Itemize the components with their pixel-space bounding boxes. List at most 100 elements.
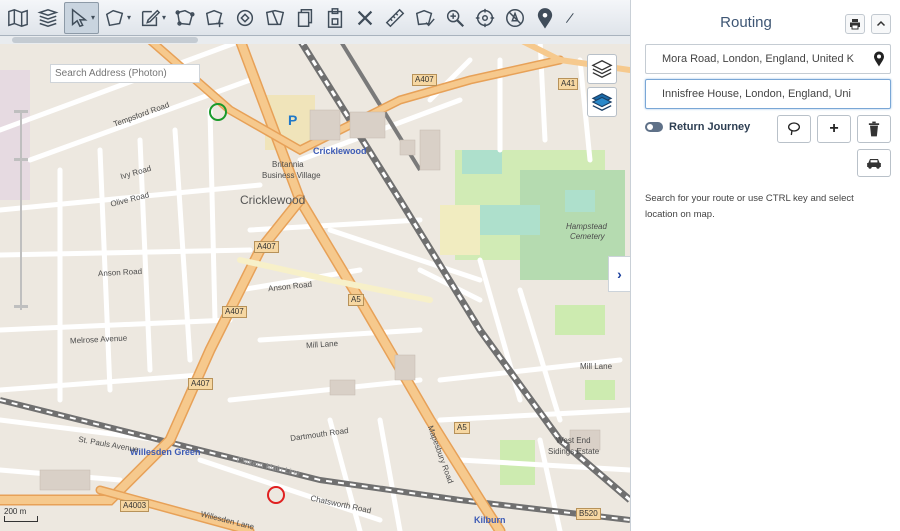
draw-line-button[interactable] bbox=[561, 2, 581, 34]
routing-help-text: Search for your route or use CTRL key an… bbox=[645, 193, 854, 220]
zoom-slider[interactable] bbox=[14, 110, 28, 310]
stacked-layers-icon bbox=[591, 93, 613, 111]
scale-bar-line bbox=[4, 516, 38, 522]
scale-label-metric: 200 m bbox=[4, 507, 27, 516]
ruler-icon bbox=[385, 8, 405, 27]
map-label-business-village: Business Village bbox=[262, 171, 321, 180]
map-label-cemetery: Cemetery bbox=[570, 232, 605, 241]
delete-feature-button[interactable] bbox=[351, 2, 379, 34]
map-label-mill-lane-east: Mill Lane bbox=[580, 362, 613, 371]
address-search-input[interactable] bbox=[50, 64, 200, 83]
zoom-to-feature-button[interactable] bbox=[441, 2, 469, 34]
copy-feature-button[interactable] bbox=[291, 2, 319, 34]
clipboard-icon bbox=[327, 7, 343, 28]
map-overview-button[interactable] bbox=[4, 2, 32, 34]
place-marker-button[interactable] bbox=[531, 2, 559, 34]
measure-button[interactable] bbox=[381, 2, 409, 34]
zoom-slider-track[interactable] bbox=[20, 110, 22, 310]
crosshair-icon bbox=[475, 8, 495, 27]
zoom-in-tick[interactable] bbox=[14, 110, 28, 113]
chevron-down-icon: ▾ bbox=[127, 13, 132, 22]
location-pin-icon[interactable] bbox=[873, 51, 885, 67]
zoom-level-tick bbox=[14, 158, 28, 161]
polygon-check-icon bbox=[415, 9, 435, 26]
map-toolbar: ▾ ▾ ▾ bbox=[0, 0, 630, 36]
no-edit-button[interactable] bbox=[501, 2, 529, 34]
toggle-panel-button[interactable]: › bbox=[608, 256, 630, 292]
check-geometry-button[interactable] bbox=[411, 2, 439, 34]
layers-button[interactable] bbox=[587, 54, 617, 84]
line-tool-icon bbox=[566, 12, 574, 23]
road-shield-a41: A41 bbox=[558, 78, 579, 90]
base-layers-button[interactable] bbox=[587, 87, 617, 117]
location-pin-icon bbox=[537, 7, 553, 28]
map-label-sidings-estate: Sidings Estate bbox=[548, 447, 600, 456]
zoom-magnifier-icon bbox=[446, 9, 465, 27]
travel-mode-car-button[interactable] bbox=[857, 149, 891, 177]
edit-pencil-icon bbox=[141, 9, 161, 26]
collapse-panel-button[interactable] bbox=[871, 14, 891, 34]
return-journey-toggle[interactable] bbox=[645, 122, 663, 132]
clear-route-button[interactable] bbox=[857, 115, 891, 143]
locate-button[interactable] bbox=[471, 2, 499, 34]
road-shield-a407-low: A407 bbox=[222, 306, 247, 318]
map-label-cricklewood-station: Cricklewood bbox=[313, 146, 367, 156]
map-canvas[interactable]: Cricklewood Cricklewood Britannia Busine… bbox=[0, 0, 630, 531]
layers-tool-button[interactable] bbox=[34, 2, 62, 34]
lasso-select-button[interactable] bbox=[777, 115, 811, 143]
vertex-polygon-icon bbox=[175, 9, 195, 26]
routing-panel: Routing Mora Road, London, England, Unit… bbox=[630, 0, 900, 531]
rotate-tool-button[interactable] bbox=[231, 2, 259, 34]
chevron-down-icon: ▾ bbox=[91, 13, 96, 22]
split-polygon-icon bbox=[265, 9, 285, 25]
add-waypoint-button[interactable]: + bbox=[817, 115, 851, 143]
route-start-marker[interactable] bbox=[209, 103, 227, 121]
road-shield-a407-top: A407 bbox=[412, 74, 437, 86]
prohibited-compass-icon bbox=[506, 8, 525, 27]
select-tool-button[interactable]: ▾ bbox=[64, 1, 100, 34]
split-tool-button[interactable] bbox=[261, 2, 289, 34]
road-shield-a5-mid: A5 bbox=[348, 294, 364, 306]
rotate-icon bbox=[236, 9, 254, 26]
map-label-britannia: Britannia bbox=[272, 160, 304, 169]
paste-feature-button[interactable] bbox=[321, 2, 349, 34]
map-label-cricklewood-area: Cricklewood bbox=[240, 193, 306, 207]
chevron-right-icon: › bbox=[617, 266, 622, 282]
scale-bar: 200 m bbox=[4, 507, 38, 522]
polygon-add-icon bbox=[205, 9, 224, 27]
copy-icon bbox=[297, 8, 313, 27]
layers-icon bbox=[591, 60, 613, 78]
map-label-west-end: West End bbox=[556, 436, 591, 445]
map-label-willesden-green: Willesden Green bbox=[130, 447, 201, 457]
stack-icon bbox=[37, 8, 59, 27]
route-to-value: Innisfree House, London, England, Uni bbox=[662, 88, 851, 100]
route-from-input[interactable]: Mora Road, London, England, United K bbox=[645, 44, 891, 74]
add-feature-button[interactable] bbox=[201, 2, 229, 34]
toolbar-scrollbar-thumb[interactable] bbox=[12, 37, 198, 43]
zoom-out-tick[interactable] bbox=[14, 305, 28, 308]
chevron-up-icon bbox=[876, 20, 886, 27]
map-label-hampstead: Hampstead bbox=[566, 222, 607, 231]
print-button[interactable] bbox=[845, 14, 865, 34]
panel-title: Routing bbox=[720, 14, 772, 31]
return-journey-row[interactable]: Return Journey bbox=[645, 121, 750, 133]
route-to-input[interactable]: Innisfree House, London, England, Uni bbox=[645, 79, 891, 109]
plus-icon: + bbox=[829, 120, 839, 137]
route-end-marker[interactable] bbox=[267, 486, 285, 504]
road-shield-a407-lower: A407 bbox=[188, 378, 213, 390]
vertex-edit-button[interactable] bbox=[171, 2, 199, 34]
toolbar-scrollbar[interactable] bbox=[0, 36, 630, 44]
close-x-icon bbox=[357, 10, 373, 25]
edit-tool-button[interactable]: ▾ bbox=[136, 2, 169, 34]
route-from-value: Mora Road, London, England, United K bbox=[662, 53, 855, 65]
parking-label: P bbox=[288, 112, 298, 128]
draw-polygon-button[interactable]: ▾ bbox=[101, 2, 134, 34]
road-shield-b520: B520 bbox=[576, 508, 601, 520]
road-shield-a5-low: A5 bbox=[454, 422, 470, 434]
lasso-icon bbox=[788, 122, 800, 136]
map-label-kilburn: Kilburn bbox=[474, 515, 506, 525]
world-map-icon bbox=[8, 8, 28, 27]
cursor-arrow-icon bbox=[71, 7, 88, 27]
printer-icon bbox=[850, 19, 860, 30]
car-icon bbox=[867, 159, 881, 169]
